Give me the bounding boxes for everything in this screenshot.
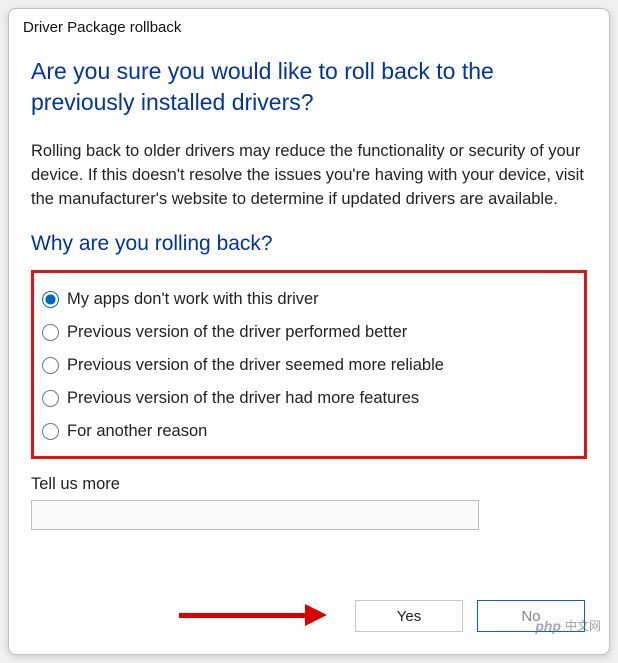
dialog-content: Are you sure you would like to roll back… <box>9 42 609 530</box>
tell-us-more-input[interactable] <box>31 500 479 530</box>
reasons-highlight-box: My apps don't work with this driver Prev… <box>31 270 587 459</box>
confirm-heading: Are you sure you would like to roll back… <box>31 56 587 118</box>
no-button[interactable]: No <box>477 600 585 632</box>
window-title: Driver Package rollback <box>9 9 609 42</box>
dialog-window: Driver Package rollback Are you sure you… <box>8 8 610 655</box>
tell-us-more-label: Tell us more <box>31 475 587 494</box>
yes-button[interactable]: Yes <box>355 600 463 632</box>
reason-option-2[interactable]: Previous version of the driver seemed mo… <box>40 349 578 382</box>
reason-radio-2[interactable] <box>42 357 59 374</box>
reason-option-0[interactable]: My apps don't work with this driver <box>40 283 578 316</box>
no-button-label: No <box>521 608 540 625</box>
dialog-button-row: Yes No <box>355 600 585 632</box>
reason-label-3: Previous version of the driver had more … <box>67 389 419 408</box>
reason-label-0: My apps don't work with this driver <box>67 290 319 309</box>
reason-label-2: Previous version of the driver seemed mo… <box>67 356 444 375</box>
yes-button-label: Yes <box>397 608 421 625</box>
reason-radio-0[interactable] <box>42 291 59 308</box>
reason-option-1[interactable]: Previous version of the driver performed… <box>40 316 578 349</box>
reason-option-4[interactable]: For another reason <box>40 415 578 448</box>
reason-heading: Why are you rolling back? <box>31 232 587 256</box>
warning-text: Rolling back to older drivers may reduce… <box>31 140 587 212</box>
reason-label-1: Previous version of the driver performed… <box>67 323 407 342</box>
reason-option-3[interactable]: Previous version of the driver had more … <box>40 382 578 415</box>
annotation-arrow-icon <box>179 606 329 624</box>
reason-radio-1[interactable] <box>42 324 59 341</box>
reason-radio-3[interactable] <box>42 390 59 407</box>
reason-label-4: For another reason <box>67 422 207 441</box>
reason-radio-4[interactable] <box>42 423 59 440</box>
